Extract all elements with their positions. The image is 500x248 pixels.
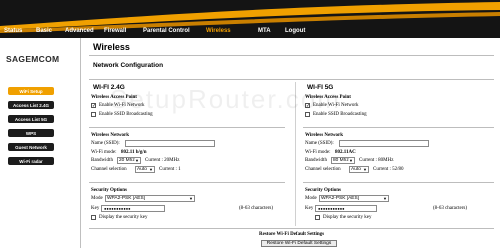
enable-wifi-checkbox-5g[interactable]: ✓ [305,103,310,109]
ssid-label-24g: Name (SSID): [91,141,120,146]
security-mode-select-5g[interactable]: WPA2-PSK [AES] ▼ [319,195,389,202]
access-point-title-5g: Wireless Access Point [305,95,351,100]
nav-parental-control[interactable]: Parental Control [143,28,190,34]
divider-5g-2 [303,182,494,183]
subtitle-divider [89,79,494,80]
nav-firewall[interactable]: Firewall [104,28,126,34]
enable-ssid-checkbox-5g[interactable] [305,112,310,117]
ssid-input-24g[interactable] [125,140,215,147]
enable-wifi-checkbox-24g[interactable]: ✓ [91,103,96,109]
chevron-down-icon: ▼ [363,167,367,172]
page-subtitle: Network Configuration [93,62,164,69]
security-title-5g: Security Options [305,188,341,193]
divider-24g-2 [89,182,285,183]
sidebar-item-access-list-5g[interactable]: Access List 5G [8,115,54,123]
nav-wireless[interactable]: Wireless [206,28,231,34]
footer-divider [89,228,494,229]
chevron-down-icon: ▼ [383,196,387,201]
column-divider [295,82,296,226]
sidebar-item-wifi-setup[interactable]: WiFi Setup [8,87,54,95]
ssid-label-5g: Name (SSID): [305,141,334,146]
nav-advanced[interactable]: Advanced [65,28,94,34]
channel-select-value-24g: Auto [137,167,147,172]
display-key-label-5g: Display the security key [323,215,372,220]
sidebar-item-wifi-radar[interactable]: Wi-Fi radar [8,157,54,165]
wifi-mode-label-24g: Wi-Fi mode: [91,150,117,155]
bandwidth-label-24g: Bandwidth [91,158,113,163]
display-key-label-24g: Display the security key [99,215,148,220]
key-label-5g: Key [305,206,314,211]
channel-select-value-5g: Auto [351,167,361,172]
security-mode-value-5g: WPA2-PSK [AES] [321,196,360,201]
key-input-24g[interactable]: ●●●●●●●●●●● [101,205,165,212]
chevron-down-icon: ▼ [349,158,353,163]
sidebar: SAGEMCOM WiFi Setup Access List 2.4G Acc… [0,38,80,248]
sagemcom-logo: SAGEMCOM [6,54,60,64]
channel-select-5g[interactable]: Auto ▼ [349,166,369,173]
enable-wifi-label-24g: Enable Wi-Fi Network [99,103,145,108]
main-content: Wireless Network Configuration WI-FI 2.4… [81,38,500,248]
nav-status[interactable]: Status [4,28,22,34]
sidebar-item-wps[interactable]: WPS [8,129,54,137]
security-title-24g: Security Options [91,188,127,193]
channel-current-24g: Current : 1 [159,167,181,172]
enable-ssid-label-24g: Enable SSID Broadcasting [99,112,153,117]
bandwidth-current-5g: Current : 80MHz [359,158,394,163]
channel-label-24g: Channel selection [91,167,127,172]
bandwidth-select-24g[interactable]: 20 Mhz ▼ [117,157,141,164]
key-label-24g: Key [91,206,100,211]
security-mode-label-24g: Mode [91,196,103,201]
network-title-5g: Wireless Network [305,133,344,138]
restore-defaults-label: Restore Wi-Fi Default Settings [259,232,325,237]
enable-ssid-checkbox-24g[interactable] [91,112,96,117]
chevron-down-icon: ▼ [135,158,139,163]
bandwidth-select-value-24g: 20 Mhz [119,158,135,163]
band-title-5g: WI-FI 5G [307,84,334,91]
security-mode-value-24g: WPA2-PSK [AES] [107,196,146,201]
top-banner: Status Basic Advanced Firewall Parental … [0,0,500,38]
nav-mta[interactable]: MTA [258,28,271,34]
sidebar-item-access-list-24g[interactable]: Access List 2.4G [8,101,54,109]
key-hint-24g: (8-63 characters) [239,206,274,211]
band-title-24g: WI-FI 2.4G [93,84,125,91]
access-point-title-24g: Wireless Access Point [91,95,137,100]
bandwidth-current-24g: Current : 20MHz [145,158,180,163]
top-nav: Status Basic Advanced Firewall Parental … [0,28,500,38]
sidebar-item-guest-network[interactable]: Guest Network [8,143,54,151]
restore-defaults-button[interactable]: Restore Wi-Fi Default Settings [261,240,337,247]
divider-24g-1 [89,127,285,128]
enable-wifi-label-5g: Enable Wi-Fi Network [313,103,359,108]
nav-logout[interactable]: Logout [285,28,305,34]
key-hint-5g: (8-63 characters) [433,206,468,211]
display-key-checkbox-5g[interactable] [315,215,320,220]
channel-label-5g: Channel selection [305,167,341,172]
divider-5g-1 [303,127,494,128]
key-input-5g[interactable]: ●●●●●●●●●●● [315,205,377,212]
wifi-mode-value-24g: 802.11 b/g/n [121,150,147,155]
security-mode-select-24g[interactable]: WPA2-PSK [AES] ▼ [105,195,195,202]
channel-current-5g: Current : 52/80 [373,167,404,172]
nav-basic[interactable]: Basic [36,28,52,34]
bandwidth-label-5g: Bandwidth [305,158,327,163]
channel-select-24g[interactable]: Auto ▼ [135,166,155,173]
bandwidth-select-5g[interactable]: 80 Mhz ▼ [331,157,355,164]
display-key-checkbox-24g[interactable] [91,215,96,220]
security-mode-label-5g: Mode [305,196,317,201]
title-divider [89,55,494,56]
network-title-24g: Wireless Network [91,133,130,138]
ssid-input-5g[interactable] [339,140,429,147]
chevron-down-icon: ▼ [149,167,153,172]
bandwidth-select-value-5g: 80 Mhz [333,158,349,163]
page-title: Wireless [93,42,130,52]
enable-ssid-label-5g: Enable SSID Broadcasting [313,112,367,117]
wifi-mode-label-5g: Wi-Fi mode: [305,150,331,155]
wifi-mode-value-5g: 802.11AC [335,150,356,155]
chevron-down-icon: ▼ [189,196,193,201]
